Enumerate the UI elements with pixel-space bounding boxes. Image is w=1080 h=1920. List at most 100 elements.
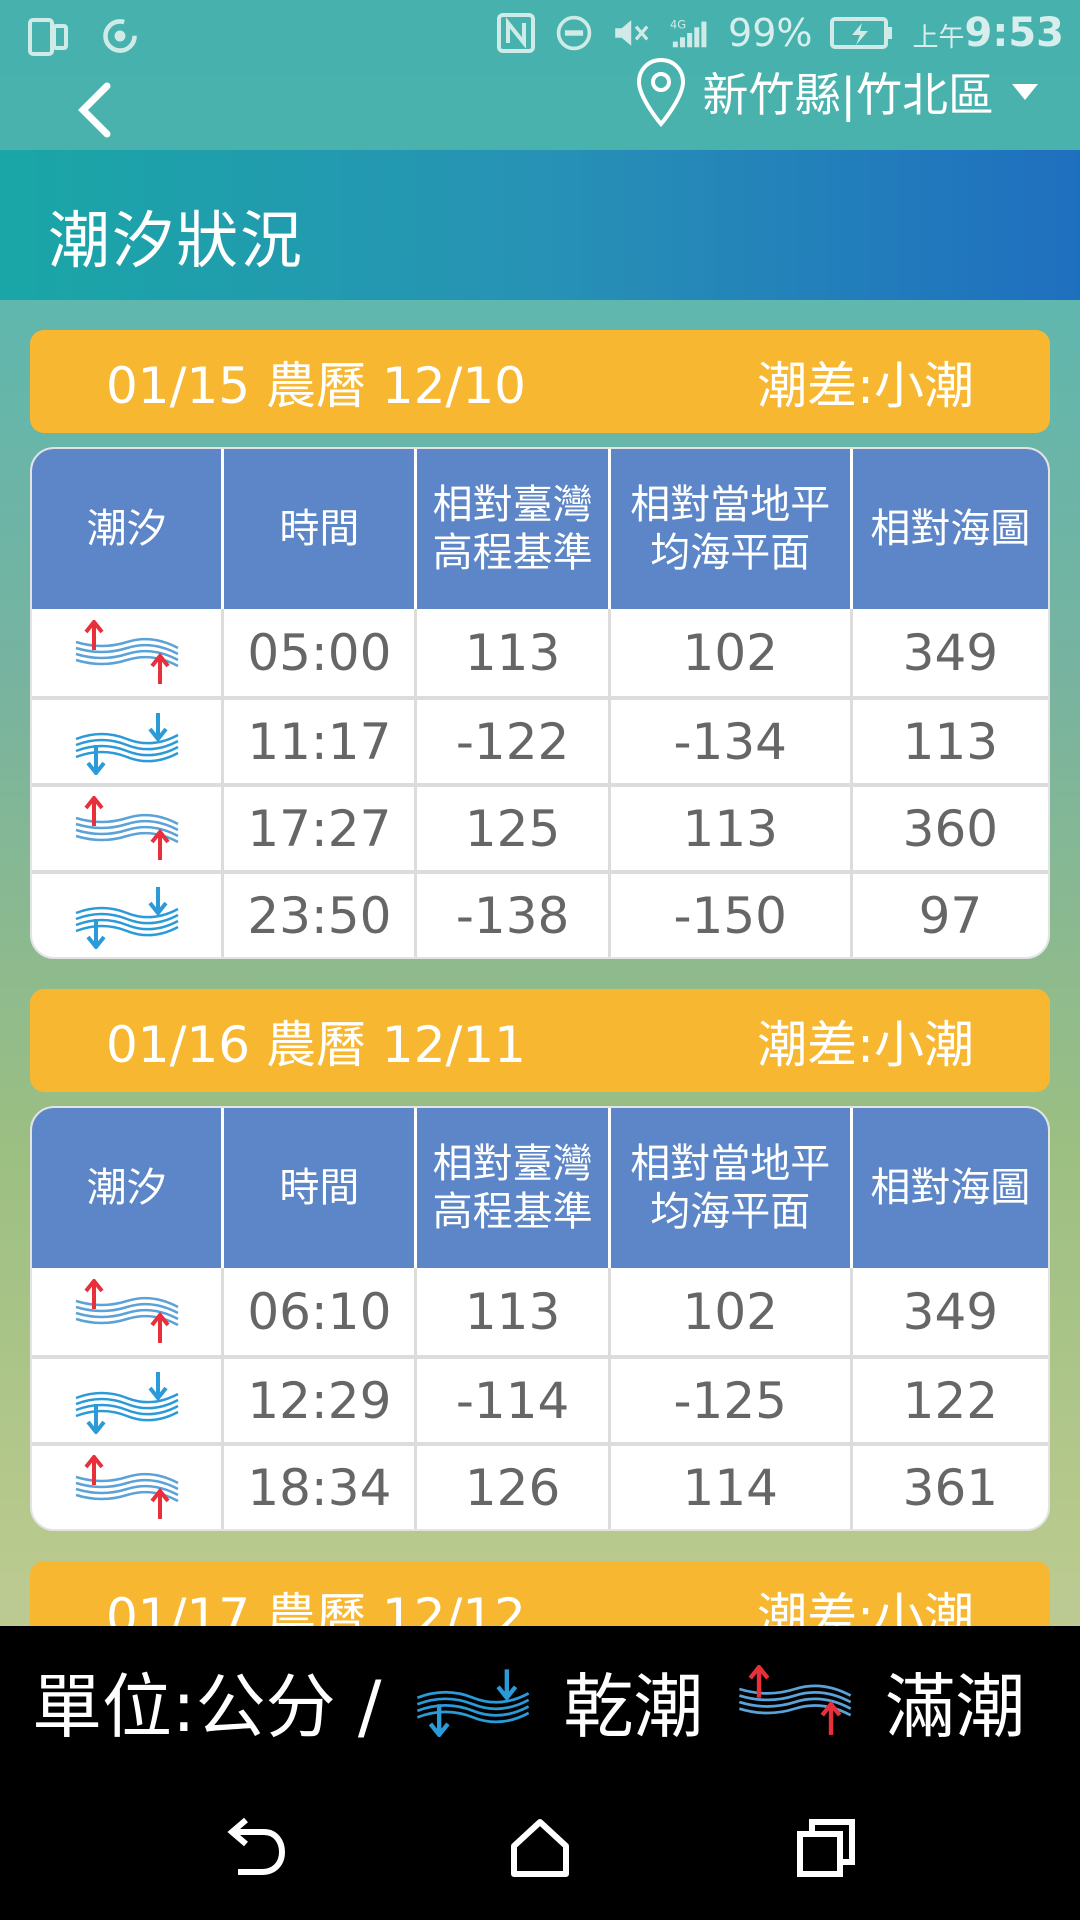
cell-time: 17:27 (224, 787, 418, 870)
dropdown-arrow-icon (1012, 84, 1038, 100)
low-tide-icon (75, 712, 179, 775)
high-tide-icon (75, 1454, 179, 1519)
day-card: 01/15 農曆 12/10 潮差:小潮潮汐 時間 相對臺灣 高程基準 相對當地平 均海… (30, 330, 1050, 959)
day-header: 01/16 農曆 12/11 潮差:小潮 (30, 989, 1050, 1092)
column-header: 相對海圖 (870, 1165, 1031, 1211)
cell-chart: 361 (902, 1458, 999, 1517)
recents-nav-icon[interactable] (790, 1812, 862, 1884)
cell-msl: 102 (611, 609, 853, 696)
do-not-disturb-icon (556, 15, 592, 51)
phone-sync-icon (28, 18, 68, 56)
day-header: 01/17 農曆 12/12 潮差:小潮 (30, 1561, 1050, 1626)
title-banner: 潮汐狀況 (0, 150, 1080, 300)
cell-twvd: 125 (417, 787, 611, 870)
table-row: 23:50 -138 -150 97 (32, 870, 1048, 957)
table-row: 11:17 -122 -134 113 (32, 696, 1048, 783)
low-tide-icon (417, 1669, 530, 1737)
location-selector[interactable]: 新竹縣|竹北區 (635, 37, 1041, 147)
high-tide-icon (75, 619, 179, 684)
low-tide-icon (75, 1371, 179, 1434)
cell-chart: 349 (902, 623, 999, 682)
day-date: 01/15 農曆 12/10 (106, 356, 526, 415)
cell-chart: 122 (902, 1371, 999, 1430)
high-tide-label: 滿潮 (885, 1665, 1026, 1748)
column-header: 相對當地平 均海平面 (611, 1108, 853, 1268)
tide-type-cell (32, 700, 225, 783)
column-header: 時間 (224, 449, 418, 609)
low-tide-label: 乾潮 (563, 1665, 704, 1748)
high-tide-icon (75, 795, 179, 860)
map-pin-icon (636, 57, 685, 128)
column-header: 時間 (224, 1108, 418, 1268)
cell-time: 06:10 (224, 1268, 418, 1355)
table-row: 17:27 125 113 360 (32, 783, 1048, 870)
table-row: 12:29 -114 -125 122 (32, 1355, 1048, 1442)
day-card: 01/17 農曆 12/12 潮差:小潮 (30, 1561, 1050, 1626)
nfc-icon (497, 13, 536, 53)
table-header: 潮汐 時間 相對臺灣 高程基準 相對當地平 均海平面 相對海圖 (32, 1108, 1048, 1268)
legend-bar: 單位:公分 / 乾潮 滿潮 (0, 1626, 1080, 1776)
cell-time: 05:00 (224, 609, 418, 696)
table-header: 潮汐 時間 相對臺灣 高程基準 相對當地平 均海平面 相對海圖 (32, 449, 1048, 609)
system-nav-bar (0, 1776, 1080, 1920)
location-label: 新竹縣|竹北區 (702, 68, 995, 122)
tide-type-cell (32, 1268, 225, 1355)
day-card: 01/16 農曆 12/11 潮差:小潮潮汐 時間 相對臺灣 高程基準 相對當地平 均海… (30, 989, 1050, 1531)
tide-range: 潮差:小潮 (757, 1587, 974, 1627)
cell-chart: 97 (918, 886, 983, 945)
column-header: 相對海圖 (870, 506, 1031, 552)
cell-time: 12:29 (224, 1359, 418, 1442)
svg-text:4G: 4G (670, 18, 686, 32)
low-tide-icon (75, 886, 179, 949)
day-date: 01/16 農曆 12/11 (106, 1015, 526, 1074)
cell-msl: 102 (611, 1268, 853, 1355)
high-tide-icon (75, 1278, 179, 1343)
table-row: 18:34 126 114 361 (32, 1442, 1048, 1529)
back-button[interactable] (60, 75, 130, 145)
cell-twvd: 126 (417, 1446, 611, 1529)
cell-twvd: 113 (417, 609, 611, 696)
column-header: 相對臺灣 高程基準 (417, 1108, 611, 1268)
tide-list[interactable]: 01/15 農曆 12/10 潮差:小潮 潮汐 時間 相對臺灣 高程基準 相對當地平 均海… (30, 330, 1050, 1626)
cell-time: 11:17 (224, 700, 418, 783)
table-row: 05:00 113 102 349 (32, 609, 1048, 696)
high-tide-icon (739, 1665, 852, 1735)
tide-table: 潮汐 時間 相對臺灣 高程基準 相對當地平 均海平面 相對海圖 06:10 113 102 34… (30, 1106, 1050, 1531)
tide-type-cell (32, 1446, 225, 1529)
home-nav-icon[interactable] (504, 1812, 576, 1884)
table-row: 06:10 113 102 349 (32, 1268, 1048, 1355)
cell-msl: -125 (611, 1359, 853, 1442)
cell-time: 18:34 (224, 1446, 418, 1529)
tide-table: 潮汐 時間 相對臺灣 高程基準 相對當地平 均海平面 相對海圖 05:00 113 102 34… (30, 447, 1050, 959)
tide-type-cell (32, 1359, 225, 1442)
cell-time: 23:50 (224, 874, 418, 957)
cell-twvd: -122 (417, 700, 611, 783)
day-date: 01/17 農曆 12/12 (106, 1587, 526, 1627)
cell-msl: 114 (611, 1446, 853, 1529)
day-header: 01/15 農曆 12/10 潮差:小潮 (30, 330, 1050, 433)
cell-chart: 360 (902, 799, 999, 858)
nav-bar: 新竹縣|竹北區 (0, 57, 1080, 151)
cell-chart: 113 (902, 712, 999, 771)
cell-msl: -134 (611, 700, 853, 783)
column-header: 潮汐 (32, 1108, 225, 1268)
cell-msl: 113 (611, 787, 853, 870)
cell-chart: 349 (902, 1282, 999, 1341)
cell-msl: -150 (611, 874, 853, 957)
column-header: 潮汐 (32, 449, 225, 609)
cell-twvd: 113 (417, 1268, 611, 1355)
chevron-left-icon (78, 82, 111, 138)
tide-type-cell (32, 609, 225, 696)
cell-twvd: -138 (417, 874, 611, 957)
sync-icon (103, 19, 137, 53)
cell-twvd: -114 (417, 1359, 611, 1442)
column-header: 相對臺灣 高程基準 (417, 449, 611, 609)
page-title: 潮汐狀況 (48, 204, 305, 277)
tide-range: 潮差:小潮 (757, 1015, 974, 1074)
tide-type-cell (32, 874, 225, 957)
tide-type-cell (32, 787, 225, 870)
back-nav-icon[interactable] (218, 1812, 290, 1884)
column-header: 相對當地平 均海平面 (611, 449, 853, 609)
unit-label: 單位:公分 / (32, 1665, 382, 1748)
tide-range: 潮差:小潮 (757, 356, 974, 415)
